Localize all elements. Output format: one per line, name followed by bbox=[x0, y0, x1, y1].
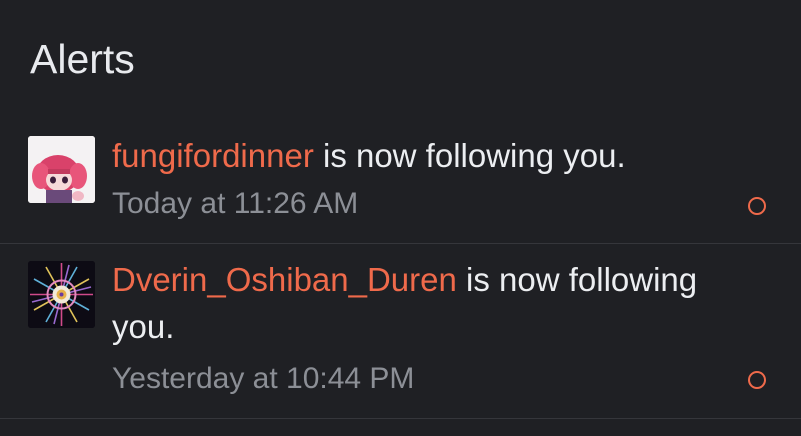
mandala-avatar-icon bbox=[28, 261, 95, 328]
avatar[interactable] bbox=[28, 136, 95, 203]
alert-item[interactable]: fungifordinner is now following you. Tod… bbox=[0, 120, 801, 244]
avatar[interactable] bbox=[28, 261, 95, 328]
unread-indicator[interactable] bbox=[748, 371, 766, 389]
anime-character-avatar-icon bbox=[28, 136, 95, 203]
username-link[interactable]: Dverin_Oshiban_Duren bbox=[112, 261, 457, 298]
alert-text: is now following you. bbox=[313, 137, 626, 174]
alert-message: Dverin_Oshiban_Duren is now following yo… bbox=[112, 256, 732, 350]
alert-message: fungifordinner is now following you. bbox=[112, 132, 732, 179]
alert-item[interactable]: Dverin_Oshiban_Duren is now following yo… bbox=[0, 244, 801, 419]
alert-timestamp: Yesterday at 10:44 PM bbox=[112, 362, 415, 395]
unread-indicator[interactable] bbox=[748, 197, 766, 215]
username-link[interactable]: fungifordinner bbox=[112, 137, 314, 174]
page-title: Alerts bbox=[30, 36, 135, 82]
alert-timestamp: Today at 11:26 AM bbox=[112, 187, 359, 220]
